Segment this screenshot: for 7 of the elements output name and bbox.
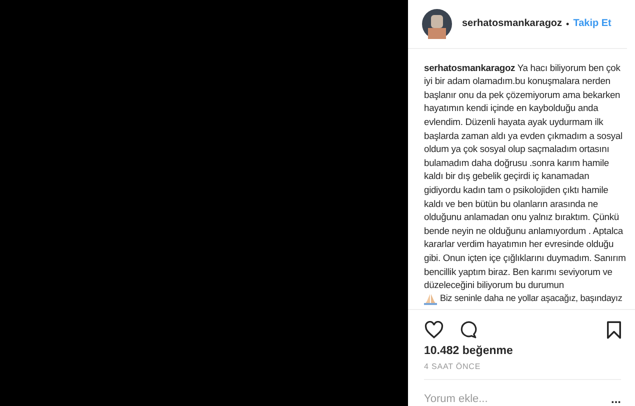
caption-text: serhatosmankaragoz Ya hacı biliyorum ben çok iyi bir adam olamadım.bu konuşmalara nerden başlanır onu da pek çözemiyorum ama bekarken hayatımın kendi içinde en kaybolduğu anda evlendim. Düzenli hayata ayak uydurmam ilk başlarda zaman aldı ya evden çıkmadım a sosyal oldum ya çok sosyal olup saçmaladım ortasını bulamadım daha doğrusu .sonra karım hamile kaldı bir dış gebelik geçirdi iç kanamadan gidiyordu kadın tam o psikolojiden çıktı hamile kaldı ve ben bütün bu olanların arasında ne olduğunu anlamadan onu yalnız bıraktım. Çünkü bende neyin ne olduğunu anlamıyordum . Aptalca kararlar verdim hayatımın her evresinde olduğu gibi. Onun içten içe çığlıklarını duymadım. Sanırım bencillik yaptım biraz. Ben karımı seviyorum ve düzeleceğini biliyorum bu durumun <box>424 60 627 292</box>
post-time: 4 SAAT ÖNCE <box>423 361 482 373</box>
username[interactable]: serhatosmankaragoz <box>462 18 562 30</box>
more-options[interactable]: ... <box>610 392 621 406</box>
like-count[interactable]: 10.482 beğenme <box>408 343 635 357</box>
caption-text: Biz seninle daha ne yollar aşacağız, başındayız <box>440 292 622 305</box>
separator-dot: • <box>566 18 570 29</box>
